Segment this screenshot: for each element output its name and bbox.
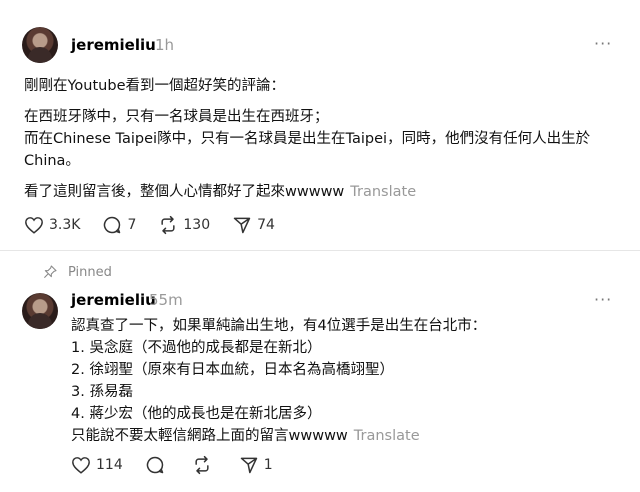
post-text-line: 只能說不要太輕信網路上面的留言wwwww Translate <box>71 425 420 447</box>
share-count: 1 <box>263 457 273 473</box>
reply-button[interactable]: 7 <box>102 215 136 235</box>
post-divider <box>0 250 640 251</box>
post-text-line: 剛剛在Youtube看到一個超好笑的評論： <box>24 78 285 94</box>
send-icon <box>240 457 257 474</box>
post-actions: 114 1 <box>71 455 295 475</box>
reply-count: 7 <box>127 217 137 233</box>
like-button[interactable]: 114 <box>71 456 123 474</box>
post-text-line: 而在Chinese Taipei隊中，只有一名球員是出生在Taipei，同時，他… <box>24 131 591 147</box>
pin-icon <box>44 265 57 278</box>
translate-link[interactable]: Translate <box>354 428 420 444</box>
post-time[interactable]: 1h <box>155 36 174 54</box>
share-count: 74 <box>257 217 275 233</box>
post-text-line: 在西班牙隊中，只有一名球員是出生在西班牙； <box>24 109 329 125</box>
like-count: 3.3K <box>49 217 81 233</box>
post-time[interactable]: 55m <box>149 291 183 309</box>
username[interactable]: jeremieliu <box>71 291 156 309</box>
post-text-line: 1. 吳念庭（不過他的成長都是在新北） <box>71 340 322 356</box>
pinned-text: Pinned <box>68 264 112 280</box>
post-text-line: 4. 蔣少宏（他的成長也是在新北居多） <box>71 406 322 422</box>
post-text-last: 看了這則留言後，整個人心情都好了起來wwwww <box>24 184 345 200</box>
like-button[interactable]: 3.3K <box>24 216 80 234</box>
post-text-line: 認真查了一下，如果單純論出生地，有4位選手是出生在台北市： <box>71 318 487 334</box>
post-text-line: China。 <box>24 153 80 169</box>
more-options-icon[interactable]: ··· <box>594 290 612 309</box>
repost-button[interactable]: 130 <box>158 215 210 235</box>
reply-button[interactable] <box>145 455 170 475</box>
comment-icon <box>146 456 163 474</box>
post-text-line: 2. 徐翊聖（原來有日本血統，日本名為高橋翊聖） <box>71 362 394 378</box>
like-count: 114 <box>96 457 123 473</box>
username[interactable]: jeremieliu <box>71 36 156 54</box>
pinned-label: Pinned <box>42 264 112 280</box>
send-icon <box>233 217 251 234</box>
more-options-icon[interactable]: ··· <box>594 34 612 53</box>
share-button[interactable]: 1 <box>239 455 273 475</box>
post-actions: 3.3K 7 130 74 <box>24 215 297 235</box>
comment-icon <box>104 216 121 234</box>
repost-count: 130 <box>183 217 211 233</box>
post-text-last: 只能說不要太輕信網路上面的留言wwwww <box>71 428 348 444</box>
repost-icon <box>195 455 209 475</box>
repost-button[interactable] <box>192 455 217 475</box>
repost-icon <box>161 215 175 235</box>
post-text-line: 3. 孫易磊 <box>71 384 133 400</box>
heart-icon <box>72 457 90 474</box>
avatar[interactable] <box>22 293 58 329</box>
heart-icon <box>25 217 43 234</box>
translate-link[interactable]: Translate <box>350 184 416 200</box>
post-text-line: 看了這則留言後，整個人心情都好了起來wwwww Translate <box>24 181 416 203</box>
avatar[interactable] <box>22 27 58 63</box>
share-button[interactable]: 74 <box>232 215 275 235</box>
